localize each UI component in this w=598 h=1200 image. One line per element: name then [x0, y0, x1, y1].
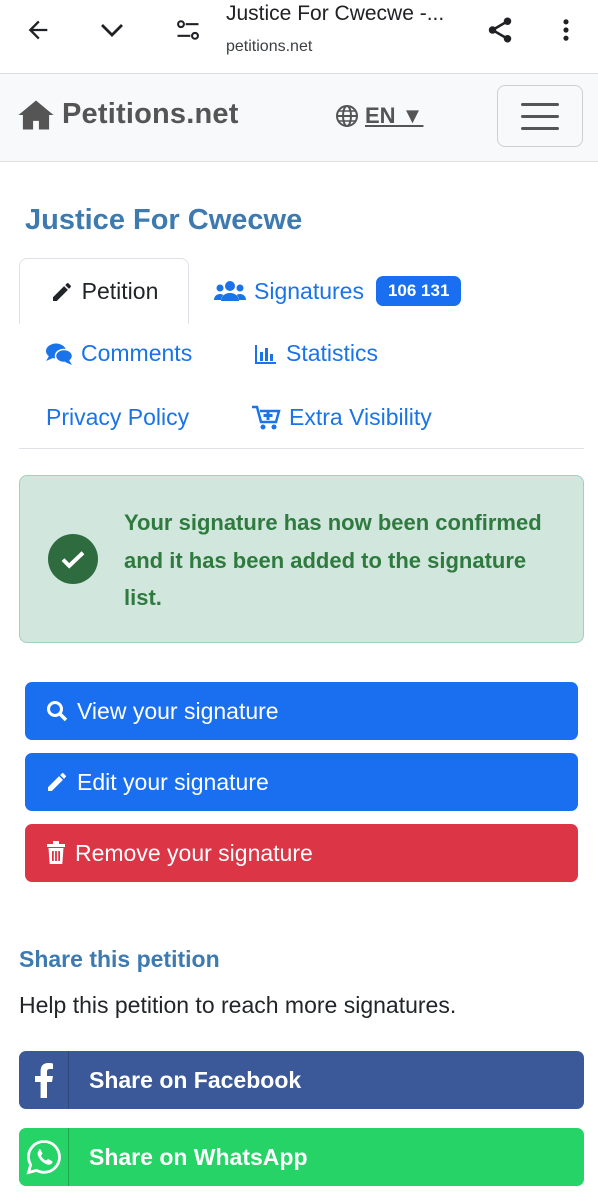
site-settings-icon [177, 20, 199, 40]
tab-privacy-policy[interactable]: Privacy Policy [46, 404, 189, 431]
pencil-icon [48, 773, 66, 791]
success-message: Your signature has now been confirmed an… [124, 510, 542, 610]
home-icon [18, 99, 54, 130]
cart-plus-icon [252, 405, 281, 429]
tab-extra-label: Extra Visibility [289, 404, 432, 430]
tabs-divider [19, 448, 584, 449]
pencil-icon [52, 282, 71, 301]
site-settings-button[interactable] [168, 10, 208, 50]
tab-statistics[interactable]: Statistics [254, 340, 378, 367]
more-options-button[interactable] [546, 10, 586, 50]
tab-comments-label: Comments [81, 340, 193, 366]
back-arrow-icon [28, 20, 48, 40]
remove-signature-label: Remove your signature [75, 839, 313, 866]
tab-statistics-label: Statistics [286, 340, 379, 366]
success-alert: Your signature has now been confirmed an… [19, 475, 584, 643]
share-icon [488, 17, 512, 43]
hamburger-menu-icon [521, 114, 559, 118]
users-icon [214, 281, 246, 301]
browser-url-host[interactable]: petitions.net [226, 38, 312, 56]
page-title: Justice For Cwecwe [25, 204, 303, 236]
browser-tab-title[interactable]: Justice For Cwecwe -... [226, 2, 444, 26]
language-selector[interactable]: EN ▼ [335, 103, 423, 129]
share-button[interactable] [480, 10, 520, 50]
expand-button[interactable] [92, 10, 132, 50]
globe-icon [336, 105, 358, 127]
comments-icon [46, 343, 73, 365]
hamburger-menu-icon [521, 126, 559, 130]
check-circle-icon [48, 534, 98, 584]
tab-petition-label: Petition [81, 278, 159, 304]
share-heading: Share this petition [19, 946, 220, 972]
hamburger-menu-icon [521, 102, 559, 106]
tab-petition[interactable]: Petition [19, 258, 189, 324]
signature-count-badge: 106 131 [375, 276, 462, 306]
brand-name: Petitions.net [62, 98, 239, 130]
tab-signatures[interactable]: Signatures 106 131 [214, 276, 462, 306]
remove-signature-button[interactable]: Remove your signature [25, 824, 578, 882]
browser-toolbar: Justice For Cwecwe -... petitions.net [0, 0, 598, 74]
share-whatsapp-label: Share on WhatsApp [89, 1143, 308, 1170]
back-button[interactable] [18, 10, 58, 50]
tab-extra-visibility[interactable]: Extra Visibility [251, 404, 432, 431]
edit-signature-label: Edit your signature [77, 768, 269, 795]
share-facebook-button[interactable]: Share on Facebook [19, 1051, 584, 1109]
edit-signature-button[interactable]: Edit your signature [25, 753, 578, 811]
view-signature-label: View your signature [77, 697, 279, 724]
tab-comments[interactable]: Comments [45, 340, 192, 367]
bar-chart-icon [255, 344, 276, 364]
search-icon [47, 701, 68, 722]
facebook-icon [19, 1051, 69, 1109]
share-whatsapp-button[interactable]: Share on WhatsApp [19, 1128, 584, 1186]
tab-privacy-label: Privacy Policy [46, 404, 190, 430]
whatsapp-icon [19, 1128, 69, 1186]
share-subtitle: Help this petition to reach more signatu… [19, 992, 457, 1018]
more-vert-icon [563, 19, 569, 41]
navbar-toggle-button[interactable] [497, 85, 583, 147]
trash-icon [47, 841, 65, 864]
tab-signatures-label: Signatures [254, 277, 364, 304]
share-facebook-label: Share on Facebook [89, 1066, 302, 1093]
site-navbar: Petitions.net EN ▼ [0, 74, 598, 162]
chevron-down-icon [101, 24, 123, 37]
language-label: EN ▼ [365, 103, 424, 128]
view-signature-button[interactable]: View your signature [25, 682, 578, 740]
brand-link[interactable]: Petitions.net [18, 98, 239, 131]
